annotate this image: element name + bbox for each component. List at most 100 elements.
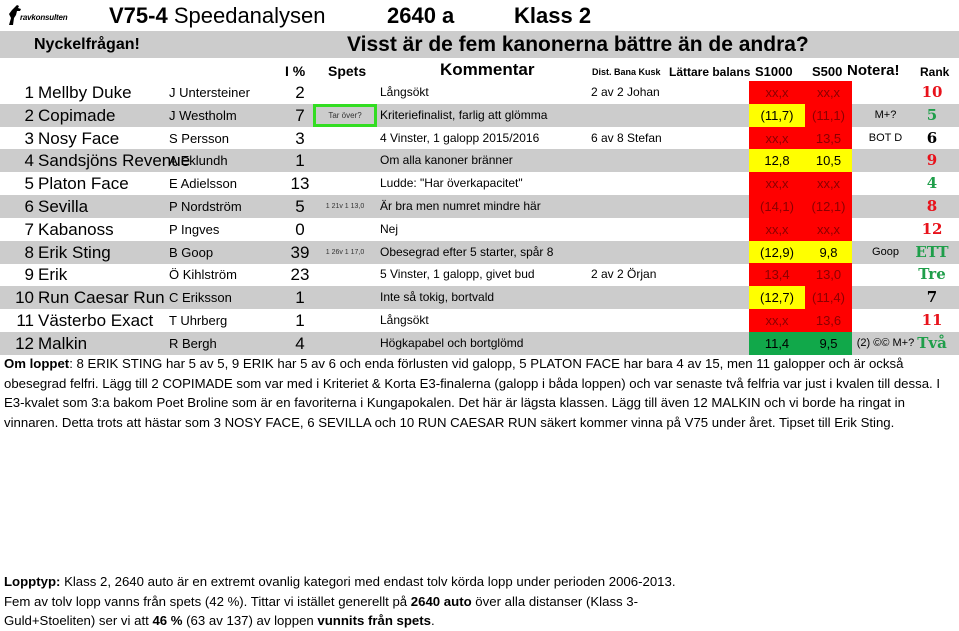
logo-text: ravkonsulten — [20, 13, 68, 22]
s500-value: (11,4) — [805, 286, 852, 310]
horse-number: 10 — [15, 288, 34, 308]
driver-name: J Westholm — [169, 107, 237, 123]
table-row: 8 Erik Sting B Goop 39 1 26v 1 17,0 Obesegrad… — [0, 240, 959, 264]
comment: Obesegrad efter 5 starter, spår 8 — [380, 244, 554, 259]
s500-value: (11,1) — [805, 103, 852, 127]
rank: 10 — [921, 83, 943, 101]
dist-track-driver: 2 av 2 Örjan — [591, 267, 657, 282]
s500-value: xx,x — [805, 217, 852, 241]
about-race-text: Om loppet: 8 ERIK STING har 5 av 5, 9 ER… — [4, 354, 956, 432]
spets-note — [313, 263, 377, 286]
s1000-value: (12,7) — [749, 286, 805, 310]
rank: ETT — [915, 242, 949, 261]
col-header-s500: S500 — [812, 64, 843, 79]
horse-name: Nosy Face — [38, 128, 120, 148]
comment: 5 Vinster, 1 galopp, givet bud — [380, 267, 535, 282]
rank: 5 — [926, 105, 938, 124]
rank: Tre — [918, 265, 946, 284]
table-row: 5 Platon Face E Adielsson 13 Ludde: "Har öve… — [0, 172, 959, 196]
s500-value: 9,5 — [805, 331, 852, 355]
table-row: 9 Erik Ö Kihlström 23 5 Vinster, 1 galopp, g… — [0, 263, 959, 287]
table-row: 2 Copimade J Westholm 7 Tar över? Kriteriefin… — [0, 103, 959, 127]
horse-number: 2 — [24, 105, 34, 125]
col-header-rank: Rank — [920, 65, 950, 79]
driver-name: Ö Kihlström — [169, 267, 237, 283]
race-type-label: Lopptyp: — [4, 574, 61, 589]
race-type-t1: Klass 2, 2640 auto är en extremt ovanlig… — [60, 574, 676, 589]
horse-name: Mellby Duke — [38, 83, 132, 102]
spets-note — [313, 172, 377, 195]
comment: Inte så tokig, bortvald — [380, 290, 495, 305]
rank: 11 — [921, 311, 943, 329]
comment: Långsökt — [380, 85, 429, 99]
race-code: V75-4 — [109, 3, 168, 28]
spets-note — [313, 286, 377, 309]
s1000-value: xx,x — [749, 126, 805, 150]
race-type-t5: (63 av 137) av loppen — [182, 613, 318, 629]
table-row: 10 Run Caesar Run C Eriksson 1 Inte så tokig… — [0, 286, 959, 310]
race-class: Klass 2 — [514, 3, 592, 28]
race-type-text: Lopptyp: Klass 2, 2640 auto är en extrem… — [4, 572, 956, 631]
driver-name: C Eriksson — [169, 290, 232, 306]
s1000-value: (11,7) — [749, 103, 805, 127]
driver-name: T Uhrberg — [169, 313, 228, 328]
s500-value: xx,x — [805, 81, 852, 104]
horse-name: Sandsjöns Revenue — [38, 151, 191, 171]
comment: 4 Vinster, 1 galopp 2015/2016 — [380, 130, 540, 145]
spets-note — [313, 309, 377, 332]
race-type-t3: över alla distanser (Klass 3- — [471, 593, 639, 609]
col-header-dist: Dist. Bana Kusk — [592, 67, 661, 77]
col-header-kommentar: Kommentar — [440, 60, 535, 79]
spets-note — [313, 149, 377, 172]
driver-name: J Untersteiner — [169, 85, 250, 100]
spets-note: 1 26v 1 17,0 — [325, 248, 365, 256]
rank: 9 — [926, 151, 938, 170]
col-header-s1000: S1000 — [755, 64, 793, 79]
comment: Högkapabel och bortglömd — [380, 335, 524, 350]
col-header-ipct: I % — [285, 63, 306, 79]
rank: 7 — [926, 288, 938, 307]
horse-number: 1 — [24, 83, 34, 102]
driver-name: B Goop — [169, 244, 214, 260]
table-row: 3 Nosy Face S Persson 3 4 Vinster, 1 galopp … — [0, 126, 959, 150]
horse-name: Platon Face — [38, 174, 129, 194]
dist-track-driver: 2 av 2 Johan — [591, 85, 660, 99]
comment: Kriteriefinalist, farlig att glömma — [380, 107, 548, 122]
race-type-b1: 2640 auto — [410, 593, 472, 609]
title-text: Speedanalysen — [167, 3, 326, 28]
s1000-value: 12,8 — [749, 149, 805, 173]
col-header-spets: Spets — [328, 63, 367, 79]
comment: Långsökt — [380, 313, 429, 327]
horse-number: 12 — [15, 333, 34, 353]
s500-value: 10,5 — [805, 149, 852, 173]
s500-value: (12,1) — [805, 195, 852, 218]
about-race-label: Om loppet — [4, 356, 70, 371]
table-row: 7 Kabanoss P Ingves 0 Nej xx,x xx,x 12 — [0, 217, 959, 241]
horse-name: Sevilla — [38, 197, 89, 216]
comment: Ludde: "Har överkapacitet" — [380, 176, 523, 191]
s500-value: 13,6 — [805, 309, 852, 332]
horse-number: 6 — [24, 197, 34, 216]
spets-note: 1 21v 1 13,0 — [325, 203, 365, 210]
spets-note: Tar över? — [313, 103, 377, 127]
spets-note — [313, 332, 377, 355]
s500-value: 13,5 — [805, 126, 852, 150]
table-row: 1 Mellby Duke J Untersteiner 2 Långsökt 2 av … — [0, 81, 959, 104]
horse-number: 7 — [24, 219, 34, 239]
horse-name: Run Caesar Run — [38, 288, 165, 308]
page-title: V75-4 Speedanalysen — [109, 3, 326, 29]
horse-number: 8 — [24, 242, 34, 262]
driver-name: R Bergh — [169, 335, 217, 351]
s500-value: 9,8 — [805, 240, 852, 264]
driver-name: E Adielsson — [169, 176, 237, 192]
race-type-t2: Fem av tolv lopp vanns från spets (42 %)… — [4, 593, 411, 609]
table-row: 12 Malkin R Bergh 4 Högkapabel och bortglömd… — [0, 331, 959, 355]
race-type-t4: Guld+Stoeliten) ser vi att — [4, 613, 153, 629]
horse-name: Erik — [38, 265, 68, 285]
rank: Två — [917, 333, 947, 352]
rank: 6 — [926, 128, 938, 147]
horse-number: 9 — [24, 265, 34, 285]
horse-number: 11 — [16, 311, 34, 330]
horse-name: Västerbo Exact — [38, 311, 154, 330]
s1000-value: xx,x — [749, 217, 805, 241]
